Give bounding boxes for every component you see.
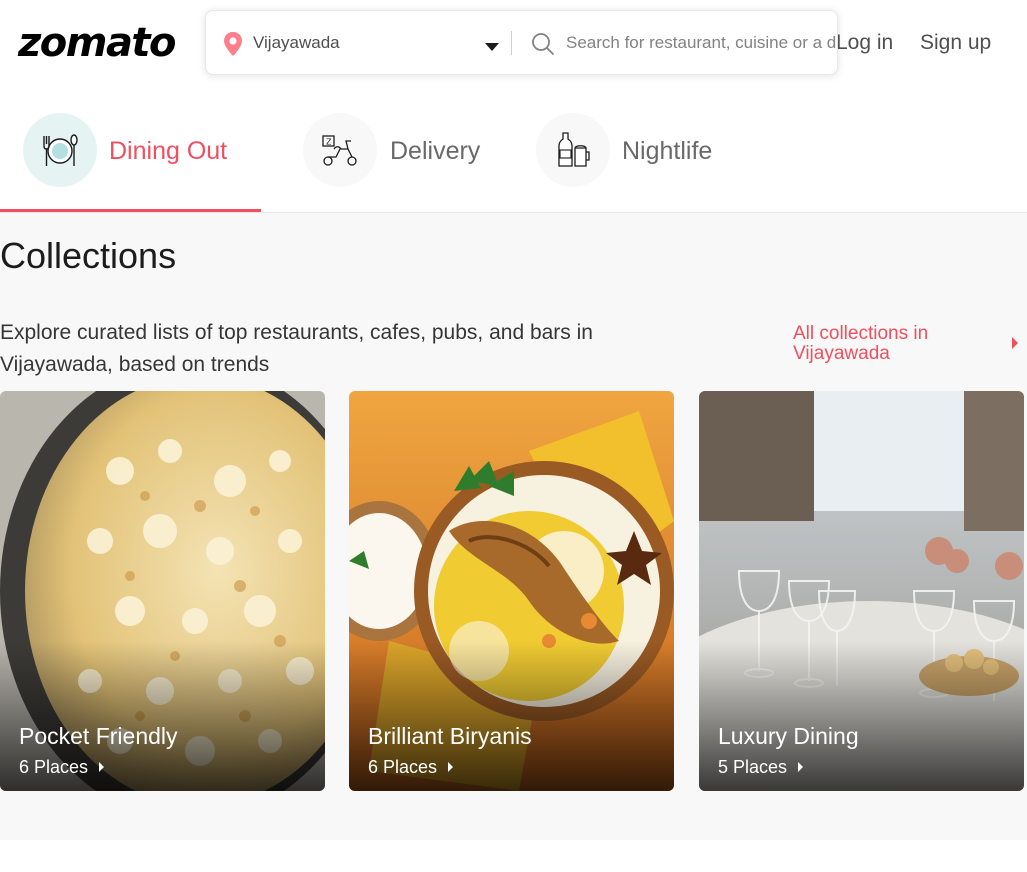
card-places-count: 6 Places: [368, 757, 438, 777]
tab-delivery[interactable]: Z Delivery: [303, 113, 503, 189]
signup-link[interactable]: Sign up: [920, 30, 991, 56]
location-selector[interactable]: Vijayawada: [253, 33, 340, 53]
drinks-icon: [536, 113, 610, 187]
collection-card-pocket-friendly[interactable]: Pocket Friendly 6 Places: [0, 391, 325, 791]
card-places-count: 5 Places: [718, 757, 788, 777]
caret-right-icon: [447, 757, 454, 778]
card-places: 5 Places: [718, 757, 804, 778]
card-places: 6 Places: [368, 757, 454, 778]
tab-label-dining-out: Dining Out: [109, 137, 228, 165]
chevron-down-icon[interactable]: [484, 39, 500, 57]
search-divider: [511, 31, 512, 55]
search-input[interactable]: [566, 29, 837, 57]
card-title: Pocket Friendly: [19, 723, 178, 749]
svg-text:Z: Z: [326, 138, 332, 147]
collection-card-luxury-dining[interactable]: Luxury Dining 5 Places: [699, 391, 1024, 791]
collections-section: Collections Explore curated lists of top…: [0, 213, 1027, 840]
login-link[interactable]: Log in: [836, 30, 893, 56]
tab-label-delivery: Delivery: [390, 137, 481, 165]
caret-right-icon[interactable]: [1011, 336, 1019, 355]
card-title: Luxury Dining: [718, 723, 859, 749]
search-bar: Vijayawada: [205, 10, 838, 75]
tab-nightlife[interactable]: Nightlife: [536, 113, 736, 189]
tab-label-nightlife: Nightlife: [622, 137, 713, 165]
dining-icon: [23, 113, 97, 187]
card-places-count: 6 Places: [19, 757, 89, 777]
location-pin-icon: [222, 31, 244, 62]
tab-dining-out[interactable]: Dining Out: [23, 113, 263, 189]
collections-title: Collections: [0, 235, 177, 276]
zomato-logo[interactable]: zomato: [18, 18, 177, 68]
card-places: 6 Places: [19, 757, 105, 778]
search-icon: [531, 32, 555, 61]
caret-right-icon: [98, 757, 105, 778]
card-title: Brilliant Biryanis: [368, 723, 532, 749]
collections-description: Explore curated lists of top restaurants…: [0, 321, 593, 376]
all-collections-link[interactable]: All collections in Vijayawada: [793, 324, 983, 364]
caret-right-icon: [797, 757, 804, 778]
scooter-icon: Z: [303, 113, 377, 187]
collection-card-brilliant-biryanis[interactable]: Brilliant Biryanis 6 Places: [349, 391, 674, 791]
